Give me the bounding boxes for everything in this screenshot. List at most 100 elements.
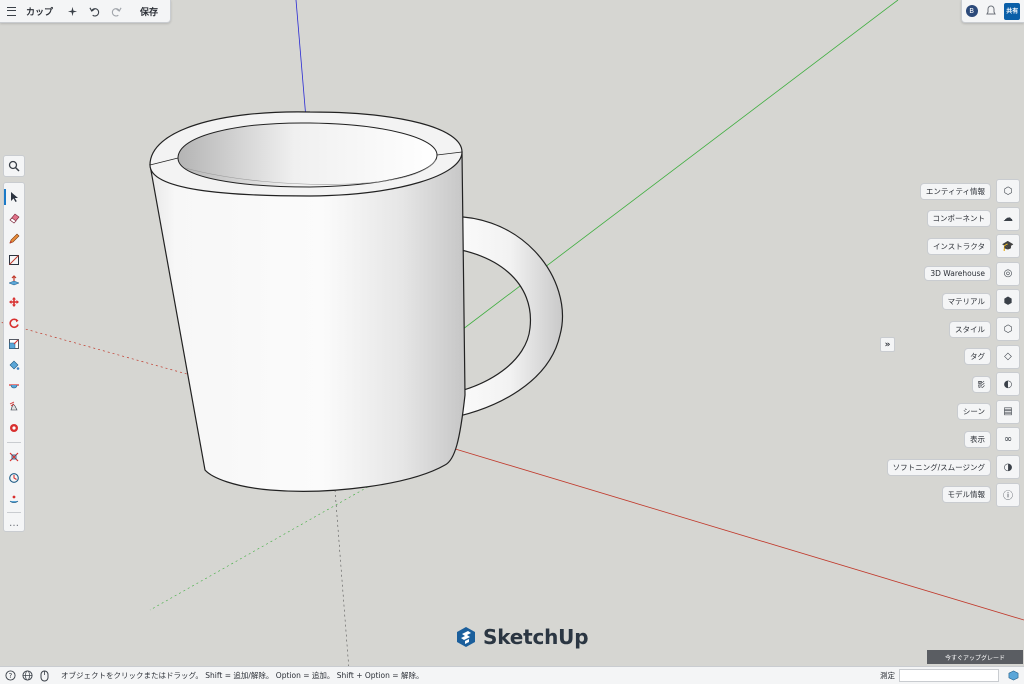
- follow-me-tool[interactable]: [4, 376, 24, 396]
- select-tool[interactable]: [4, 187, 24, 207]
- undo-icon[interactable]: [83, 0, 105, 22]
- blue-axis-negative: [334, 489, 351, 683]
- panel-item-instructor[interactable]: インストラクタ 🎓: [927, 234, 1020, 259]
- measurements-input[interactable]: [899, 669, 999, 682]
- arrow-cursor-icon: [11, 192, 18, 202]
- panel-label[interactable]: マテリアル: [942, 293, 990, 309]
- panel-label[interactable]: インストラクタ: [927, 238, 990, 254]
- panel-label[interactable]: シーン: [957, 404, 990, 420]
- push-pull-tool[interactable]: [4, 271, 24, 291]
- panel-item-tag[interactable]: タグ ◇: [965, 344, 1020, 369]
- panel-item-entity-info[interactable]: エンティティ情報 ⬡: [920, 179, 1020, 203]
- model-viewport[interactable]: [0, 0, 1024, 683]
- mug-body: [149, 151, 466, 492]
- rectangle-tool[interactable]: [4, 250, 24, 270]
- mug-model[interactable]: [149, 111, 564, 492]
- logo-text: SketchUp: [483, 625, 589, 649]
- panel-label[interactable]: ソフトニング/スムージング: [887, 459, 990, 475]
- file-title[interactable]: カップ: [22, 0, 61, 22]
- styles-icon[interactable]: ⬡: [996, 317, 1020, 341]
- scale-icon: [9, 339, 19, 349]
- walk-icon: [9, 473, 19, 483]
- panel-label[interactable]: 表示: [965, 431, 990, 447]
- panel-item-info[interactable]: モデル情報 ⓘ: [942, 482, 1020, 507]
- move-tool[interactable]: [4, 292, 24, 312]
- axes: [0, 0, 1024, 683]
- panel-item-display[interactable]: 表示 ∞: [965, 427, 1020, 452]
- paint-bucket-tool[interactable]: [4, 355, 24, 375]
- share-button[interactable]: 共有: [1004, 2, 1021, 20]
- components-icon[interactable]: ☁: [996, 206, 1020, 231]
- top-right-controls: B 共有: [961, 0, 1024, 23]
- look-around-tool[interactable]: [4, 489, 24, 509]
- more-tools-button[interactable]: …: [4, 513, 24, 533]
- panel-label[interactable]: タグ: [965, 349, 990, 365]
- tape-measure-icon: [9, 401, 18, 411]
- globe-icon[interactable]: [20, 669, 34, 683]
- materials-icon[interactable]: ⬢: [996, 289, 1020, 314]
- mouse-icon: [37, 669, 51, 683]
- scenes-icon[interactable]: ▤: [996, 399, 1020, 424]
- upgrade-now-button[interactable]: 今すぐアップグレード: [927, 650, 1023, 664]
- hamburger-menu-icon[interactable]: [0, 0, 22, 22]
- mug-opening: [177, 122, 438, 188]
- section-plane-icon: [10, 424, 18, 432]
- shadow-icon[interactable]: ◐: [996, 372, 1020, 397]
- measurements-label: 測定: [880, 671, 895, 680]
- paint-bucket-icon: [9, 360, 20, 370]
- rotate-tool[interactable]: [4, 313, 24, 333]
- pencil-tool[interactable]: [4, 229, 24, 249]
- look-around-icon: [9, 495, 19, 503]
- status-message: オブジェクトをクリックまたはドラッグ。 Shift = 追加/解除。 Optio…: [61, 671, 424, 680]
- panel-label[interactable]: コンポーネント: [927, 211, 990, 227]
- tape-measure-tool[interactable]: [4, 397, 24, 417]
- tag-icon[interactable]: ◇: [996, 344, 1020, 369]
- help-icon[interactable]: ?: [3, 669, 17, 683]
- rectangle-icon: [9, 255, 19, 265]
- panel-item-warehouse[interactable]: 3D Warehouse ◎: [925, 261, 1020, 286]
- move-icon: [9, 297, 19, 307]
- panel-label[interactable]: スタイル: [950, 321, 990, 337]
- redo-icon[interactable]: [105, 0, 127, 22]
- eraser-icon: [9, 213, 20, 224]
- section-plane-tool[interactable]: [4, 418, 24, 438]
- soften-icon[interactable]: ◑: [996, 455, 1020, 479]
- panel-item-shadow[interactable]: 影 ◐: [972, 372, 1020, 397]
- display-icon[interactable]: ∞: [996, 427, 1020, 452]
- push-pull-icon: [8, 275, 20, 286]
- eraser-tool[interactable]: [4, 208, 24, 228]
- search-icon: [8, 160, 20, 172]
- panel-item-materials[interactable]: マテリアル ⬢: [942, 289, 1020, 314]
- notifications-icon[interactable]: [985, 2, 997, 21]
- pencil-icon: [9, 233, 20, 244]
- top-toolbar: カップ 保存: [0, 0, 171, 23]
- green-axis-positive: [441, 0, 899, 346]
- sparkle-icon[interactable]: [61, 0, 83, 22]
- save-button[interactable]: 保存: [132, 0, 170, 22]
- panel-item-components[interactable]: コンポーネント ☁: [927, 206, 1020, 231]
- info-icon[interactable]: ⓘ: [996, 482, 1020, 507]
- rotate-icon: [9, 318, 19, 329]
- entity-info-icon[interactable]: ⬡: [996, 179, 1020, 203]
- scale-tool[interactable]: [4, 334, 24, 354]
- svg-text:?: ?: [8, 672, 12, 680]
- avatar[interactable]: B: [965, 5, 978, 17]
- panel-label[interactable]: モデル情報: [942, 487, 990, 503]
- panel-item-styles[interactable]: スタイル ⬡: [950, 317, 1020, 341]
- instructor-icon[interactable]: 🎓: [996, 234, 1020, 259]
- panel-label[interactable]: 3D Warehouse: [925, 267, 990, 281]
- expand-panels-button[interactable]: »: [880, 337, 895, 352]
- warehouse-icon[interactable]: ◎: [996, 261, 1020, 286]
- panel-label[interactable]: エンティティ情報: [920, 183, 990, 199]
- panel-label[interactable]: 影: [972, 376, 990, 392]
- panel-item-soften[interactable]: ソフトニング/スムージング ◑: [887, 455, 1020, 479]
- follow-me-icon: [9, 384, 19, 389]
- orbit-icon: [9, 452, 19, 462]
- panel-item-scenes[interactable]: シーン ▤: [957, 399, 1020, 424]
- model-sync-icon[interactable]: [1006, 669, 1020, 683]
- walk-tool[interactable]: [4, 468, 24, 488]
- orbit-tool[interactable]: [4, 447, 24, 467]
- search-tool-button[interactable]: [3, 155, 25, 177]
- sketchup-logo: SketchUp: [455, 625, 589, 649]
- sketchup-logo-icon: [457, 627, 475, 647]
